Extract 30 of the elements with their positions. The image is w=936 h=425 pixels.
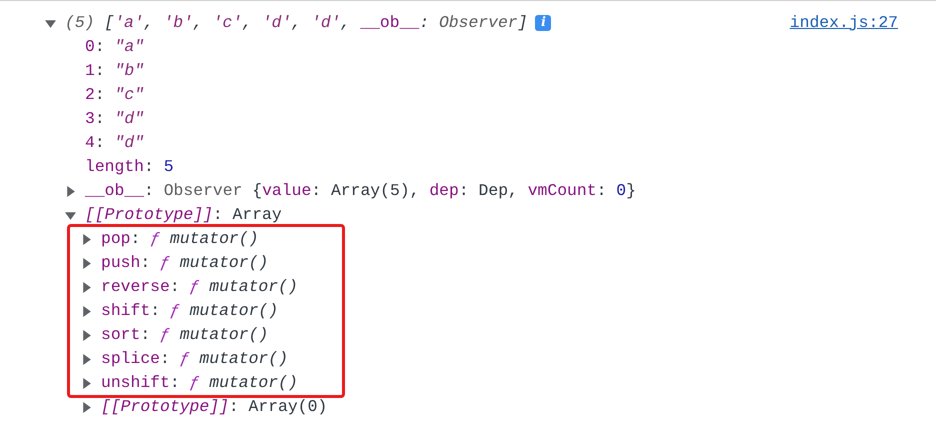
collapse-triangle-icon[interactable] xyxy=(45,18,56,28)
property-entry: 1: "b" xyxy=(85,60,144,82)
expand-triangle-icon[interactable] xyxy=(81,258,92,268)
source-link[interactable]: index.js:27 xyxy=(790,10,898,36)
array-summary[interactable]: (5) ['a', 'b', 'c', 'd', 'd', __ob__: Observer] xyxy=(65,10,528,36)
expand-triangle-icon[interactable] xyxy=(81,330,92,340)
property-entry: [[Prototype]]: Array(0) xyxy=(101,396,328,418)
expand-triangle-icon[interactable] xyxy=(81,378,92,388)
property-entry: 2: "c" xyxy=(85,84,144,106)
property-entry: splice: ƒ mutator() xyxy=(101,348,288,370)
property-entry: shift: ƒ mutator() xyxy=(101,300,278,322)
expand-triangle-icon[interactable] xyxy=(81,354,92,364)
property-entry: length: 5 xyxy=(85,156,174,178)
property-entry: [[Prototype]]: Array xyxy=(85,204,282,226)
expand-triangle-icon[interactable] xyxy=(81,306,92,316)
property-entry: __ob__: Observer {value: Array(5), dep: Dep, vmCount: 0} xyxy=(85,180,636,202)
property-entry: reverse: ƒ mutator() xyxy=(101,276,298,298)
expand-triangle-icon[interactable] xyxy=(65,186,76,196)
property-entry: push: ƒ mutator() xyxy=(101,252,268,274)
property-entry: 3: "d" xyxy=(85,108,144,130)
property-entry: pop: ƒ mutator() xyxy=(101,228,258,250)
property-entry: 0: "a" xyxy=(85,36,144,58)
expand-triangle-icon[interactable] xyxy=(81,282,92,292)
collapse-triangle-icon[interactable] xyxy=(65,210,76,220)
property-entry: unshift: ƒ mutator() xyxy=(101,372,298,394)
property-entry: 4: "d" xyxy=(85,132,144,154)
expand-triangle-icon[interactable] xyxy=(81,402,92,412)
info-icon: i xyxy=(535,15,552,31)
expand-triangle-icon[interactable] xyxy=(81,234,92,244)
property-entry: sort: ƒ mutator() xyxy=(101,324,268,346)
